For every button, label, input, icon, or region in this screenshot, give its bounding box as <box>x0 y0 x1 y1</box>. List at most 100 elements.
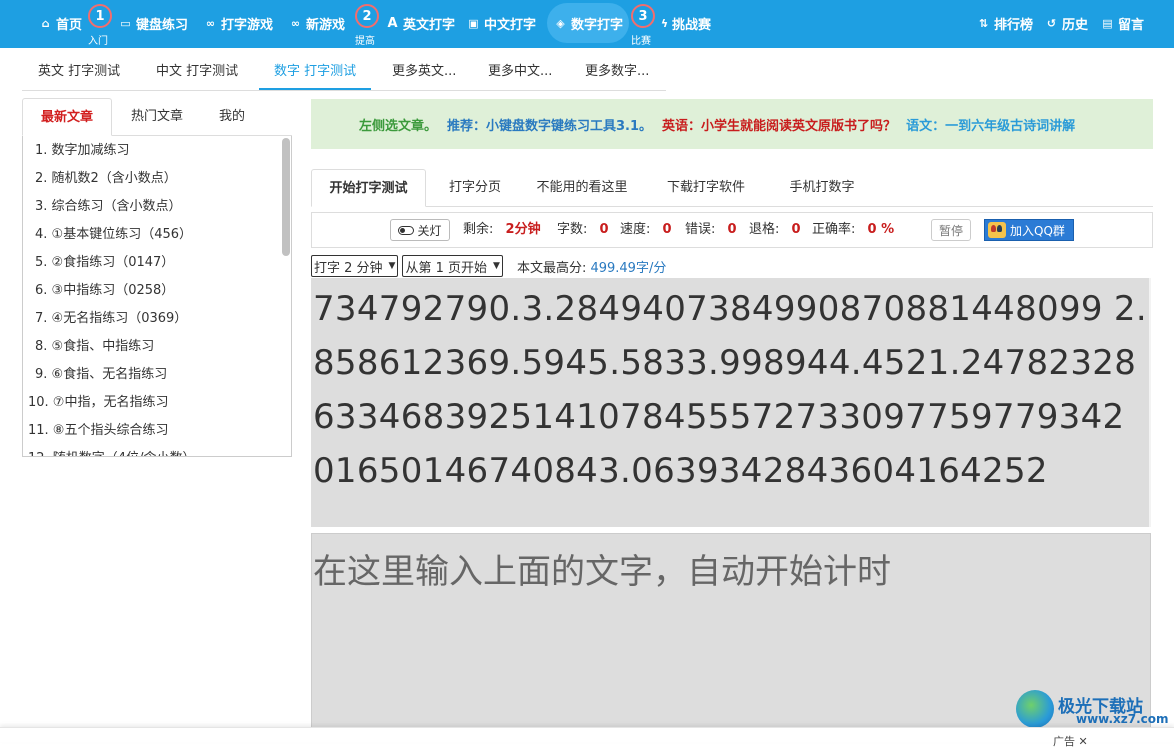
tab-mobile-digits[interactable]: 手机打数字 <box>774 169 870 207</box>
keyboard-icon: ▭ <box>120 16 131 30</box>
article-item[interactable]: 3. 综合练习（含小数点） <box>23 193 291 221</box>
speed-value: 0 <box>662 222 672 237</box>
toggle-icon <box>398 225 415 235</box>
duration-select[interactable]: 打字 2 分钟 ▼ <box>311 255 399 277</box>
accuracy: 正确率: 0 % <box>812 213 894 247</box>
join-qq-group-button[interactable]: 加入QQ群 <box>984 219 1074 241</box>
article-item[interactable]: 2. 随机数2（含小数点） <box>23 165 291 193</box>
nav-typing-games[interactable]: ∞ 打字游戏 <box>203 0 273 46</box>
article-panel: 最新文章 热门文章 我的 1. 数字加减练习 2. 随机数2（含小数点） 3. … <box>22 98 292 457</box>
article-item[interactable]: 9. ⑥食指、无名指练习 <box>23 361 291 389</box>
best-score-value: 499.49字/分 <box>590 260 667 276</box>
nav-history[interactable]: ↺ 历史 <box>1044 0 1088 46</box>
errors-label: 错误: <box>685 222 716 237</box>
font-icon: A <box>387 15 398 31</box>
article-item[interactable]: 8. ⑤食指、中指练习 <box>23 333 291 361</box>
article-item[interactable]: 11. ⑧五个指头综合练习 <box>23 417 291 445</box>
step-badge-1-sub: 入门 <box>88 36 108 47</box>
test-type-tabs: 英文 打字测试 中文 打字测试 数字 打字测试 更多英文... 更多中文... … <box>22 53 666 91</box>
practice-tabs: 开始打字测试 打字分页 不能用的看这里 下载打字软件 手机打数字 <box>311 169 1153 207</box>
source-text-line: 858612369.5945.5833.998944.4521.24782328 <box>313 343 1137 383</box>
ad-label[interactable]: 广告 ✕ <box>1053 733 1088 749</box>
remaining-value: 2分钟 <box>505 222 541 237</box>
pause-button[interactable]: 暂停 <box>931 219 971 241</box>
banner-english-link[interactable]: 英语：小学生就能阅读英文原版书了吗？ <box>662 115 896 134</box>
remaining-label: 剩余: <box>463 222 494 237</box>
start-page-select[interactable]: 从第 1 页开始 ▼ <box>402 255 503 277</box>
lightning-icon: ϟ <box>660 16 669 30</box>
top-navbar: ⌂ 首页 1 入门 ▭ 键盘练习 ∞ 打字游戏 ∞ 新游戏 2 提高 A 英文打… <box>0 0 1174 48</box>
chevron-down-icon: ▼ <box>493 261 500 271</box>
article-list-scrollbar[interactable] <box>282 138 290 256</box>
nav-home[interactable]: ⌂ 首页 <box>38 0 82 46</box>
article-item[interactable]: 5. ②食指练习（0147） <box>23 249 291 277</box>
tab-my-articles[interactable]: 我的 <box>202 98 262 136</box>
nav-message-label: 留言 <box>1118 17 1145 33</box>
nav-home-label: 首页 <box>56 17 83 33</box>
article-list: 1. 数字加减练习 2. 随机数2（含小数点） 3. 综合练习（含小数点） 4.… <box>22 136 292 457</box>
subtab-chinese-test[interactable]: 中文 打字测试 <box>156 53 238 90</box>
banner-recommend-link[interactable]: 推荐：小键盘数字键练习工具3.1。 <box>447 115 652 134</box>
join-qq-label: 加入QQ群 <box>1010 223 1065 238</box>
nav-challenge-label: 挑战赛 <box>672 17 712 33</box>
speed-label: 速度: <box>620 222 651 237</box>
article-tabs: 最新文章 热门文章 我的 <box>22 98 292 136</box>
lights-off-button[interactable]: 关灯 <box>390 219 450 241</box>
tab-hot-articles[interactable]: 热门文章 <box>112 98 202 136</box>
tab-start-test[interactable]: 开始打字测试 <box>311 169 426 207</box>
article-item[interactable]: 4. ①基本键位练习（456） <box>23 221 291 249</box>
error-count: 错误: 0 <box>685 213 737 247</box>
nav-message[interactable]: ▤ 留言 <box>1100 0 1144 46</box>
nav-games-label: 打字游戏 <box>221 17 274 33</box>
options-row: 打字 2 分钟 ▼ 从第 1 页开始 ▼ 本文最高分: 499.49字/分 <box>311 254 666 278</box>
article-item[interactable]: 1. 数字加减练习 <box>23 137 291 165</box>
subtab-english-test[interactable]: 英文 打字测试 <box>38 53 120 90</box>
nav-digit-typing[interactable]: ◈ 数字打字 <box>547 3 630 43</box>
nav-chinese-label: 中文打字 <box>484 17 537 33</box>
subtab-digit-test[interactable]: 数字 打字测试 <box>259 53 372 90</box>
source-text-line: 01650146740843.0639342843604164252 <box>313 451 1048 491</box>
nav-ranking[interactable]: ⇅ 排行榜 <box>976 0 1033 46</box>
nav-new-games[interactable]: ∞ 新游戏 <box>288 0 345 46</box>
article-item[interactable]: 7. ④无名指练习（0369） <box>23 305 291 333</box>
subtab-more-digits[interactable]: 更多数字... <box>585 53 649 90</box>
typing-input-placeholder: 在这里输入上面的文字，自动开始计时 <box>313 552 891 592</box>
backspace-label: 退格: <box>749 222 780 237</box>
best-score-label: 本文最高分: <box>516 260 587 276</box>
accuracy-value: 0 % <box>867 222 895 237</box>
nav-keyboard-practice[interactable]: ▭ 键盘练习 <box>118 0 188 46</box>
subtab-more-english[interactable]: 更多英文... <box>392 53 456 90</box>
nav-challenge[interactable]: ϟ 挑战赛 <box>660 0 711 46</box>
step-badge-2-sub: 提高 <box>355 36 375 47</box>
step-badge-1: 1 <box>88 4 112 28</box>
backspace-value: 0 <box>791 222 801 237</box>
tab-download-software[interactable]: 下载打字软件 <box>657 169 755 207</box>
nav-chinese-typing[interactable]: ▣ 中文打字 <box>466 0 536 46</box>
bottom-ad-bar <box>0 727 1174 742</box>
nav-history-label: 历史 <box>1062 17 1089 33</box>
tab-typing-pages[interactable]: 打字分页 <box>435 169 515 207</box>
home-icon: ⌂ <box>41 16 50 30</box>
typing-speed: 速度: 0 <box>620 213 672 247</box>
sort-icon: ⇅ <box>978 16 989 30</box>
banner-chinese-link[interactable]: 语文：一到六年级古诗词讲解 <box>906 115 1075 134</box>
article-item[interactable]: 10. ⑦中指，无名指练习 <box>23 389 291 417</box>
article-item[interactable]: 12. 随机数字（4位/含小数） <box>23 445 291 456</box>
banner-hint: 左侧选文章。 <box>359 118 438 134</box>
step-badge-3: 3 <box>631 4 655 28</box>
duration-value: 打字 2 分钟 <box>314 260 383 276</box>
source-text-line: 6334683925141078455572733097759779342 <box>313 397 1125 437</box>
tab-latest-articles[interactable]: 最新文章 <box>22 98 112 136</box>
step-badge-3-sub: 比赛 <box>631 36 651 47</box>
nav-ranking-label: 排行榜 <box>994 17 1034 33</box>
article-item[interactable]: 6. ③中指练习（0258） <box>23 277 291 305</box>
history-icon: ↺ <box>1046 16 1057 30</box>
nav-keyboard-label: 键盘练习 <box>136 17 189 33</box>
lights-off-label: 关灯 <box>417 223 442 238</box>
nav-newgames-label: 新游戏 <box>306 17 346 33</box>
nav-english-typing[interactable]: A 英文打字 <box>385 0 455 46</box>
watermark-logo-icon <box>1016 690 1054 728</box>
chars-label: 字数: <box>557 222 588 237</box>
tab-troubleshoot[interactable]: 不能用的看这里 <box>526 169 638 207</box>
subtab-more-chinese[interactable]: 更多中文... <box>488 53 552 90</box>
